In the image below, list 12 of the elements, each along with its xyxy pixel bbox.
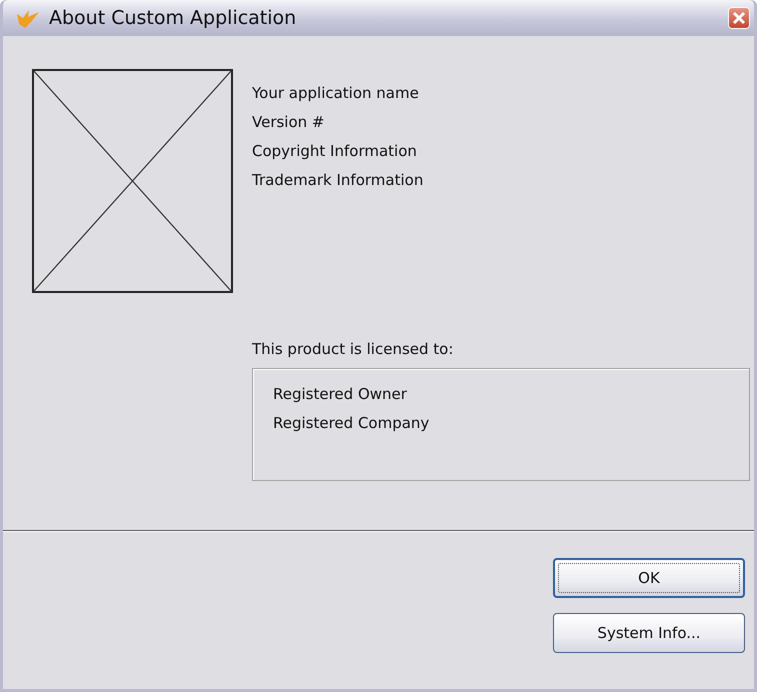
system-info-button[interactable]: System Info... [553,613,745,653]
info-text: Copyright Information [252,142,418,161]
info-text: Version # [252,113,326,132]
window-title: About Custom Application [49,7,298,29]
info-text: Your application name [252,84,420,103]
close-button[interactable] [728,7,750,29]
ok-button[interactable]: OK [553,558,745,598]
close-icon [732,11,746,25]
license-caption: This product is licensed to: [252,340,454,359]
info-text: Trademark Information [252,171,424,190]
license-text: Registered Company [273,414,430,433]
license-text: Registered Owner [273,385,408,404]
